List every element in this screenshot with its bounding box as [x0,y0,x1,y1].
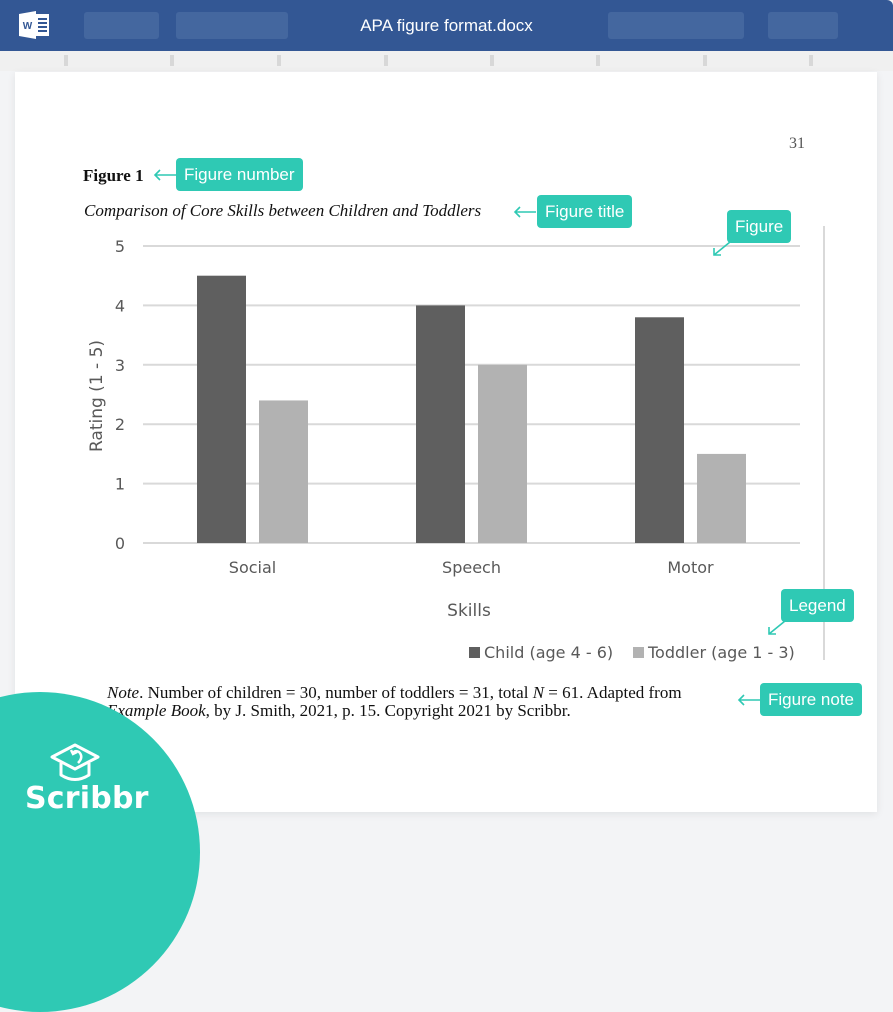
bar-motor-toddler [697,453,746,543]
callout-legend: Legend [781,589,854,622]
callout-figure-note: Figure note [760,683,862,716]
scribbr-logo-text: Scribbr [25,781,149,816]
legend-label: Toddler (age 1 - 3) [647,643,795,662]
note-text: = 61. Adapted from [544,683,682,702]
bar-speech-child [416,305,465,543]
note-n-symbol: N [532,683,545,702]
arrow-left-icon [513,206,536,218]
arrow-left-icon [737,694,760,706]
callout-figure-number: Figure number [176,158,303,191]
y-tick-label: 5 [115,237,125,256]
x-tick-label: Motor [667,558,714,577]
bar-social-child [197,275,246,543]
y-tick-label: 2 [115,415,125,434]
bar-motor-child [635,317,684,543]
bar-speech-toddler [478,364,527,543]
note-label: Note [107,683,140,702]
y-tick-label: 0 [115,534,125,553]
x-axis-label: Skills [447,601,491,621]
x-tick-label: Social [229,558,276,577]
y-tick-label: 1 [115,475,125,494]
x-tick-label: Speech [442,558,501,577]
arrow-down-left-icon [713,241,731,256]
bar-social-toddler [259,400,308,543]
note-text: , by J. Smith, 2021, p. 15. Copyright 20… [205,701,571,720]
legend-swatch [469,647,480,658]
note-text: . Number of children = 30, number of tod… [139,683,533,702]
y-tick-label: 4 [115,296,125,315]
legend-swatch [633,647,644,658]
legend: Child (age 4 - 6) Toddler (age 1 - 3) [469,643,795,662]
arrow-down-left-icon [768,620,786,635]
legend-label: Child (age 4 - 6) [484,643,613,662]
arrow-left-icon [153,169,176,181]
y-tick-label: 3 [115,356,125,375]
callout-figure-title: Figure title [537,195,633,228]
callout-figure: Figure [727,210,792,243]
figure-note: Note. Number of children = 30, number of… [107,684,737,720]
y-axis-label: Rating (1 - 5) [87,340,107,452]
